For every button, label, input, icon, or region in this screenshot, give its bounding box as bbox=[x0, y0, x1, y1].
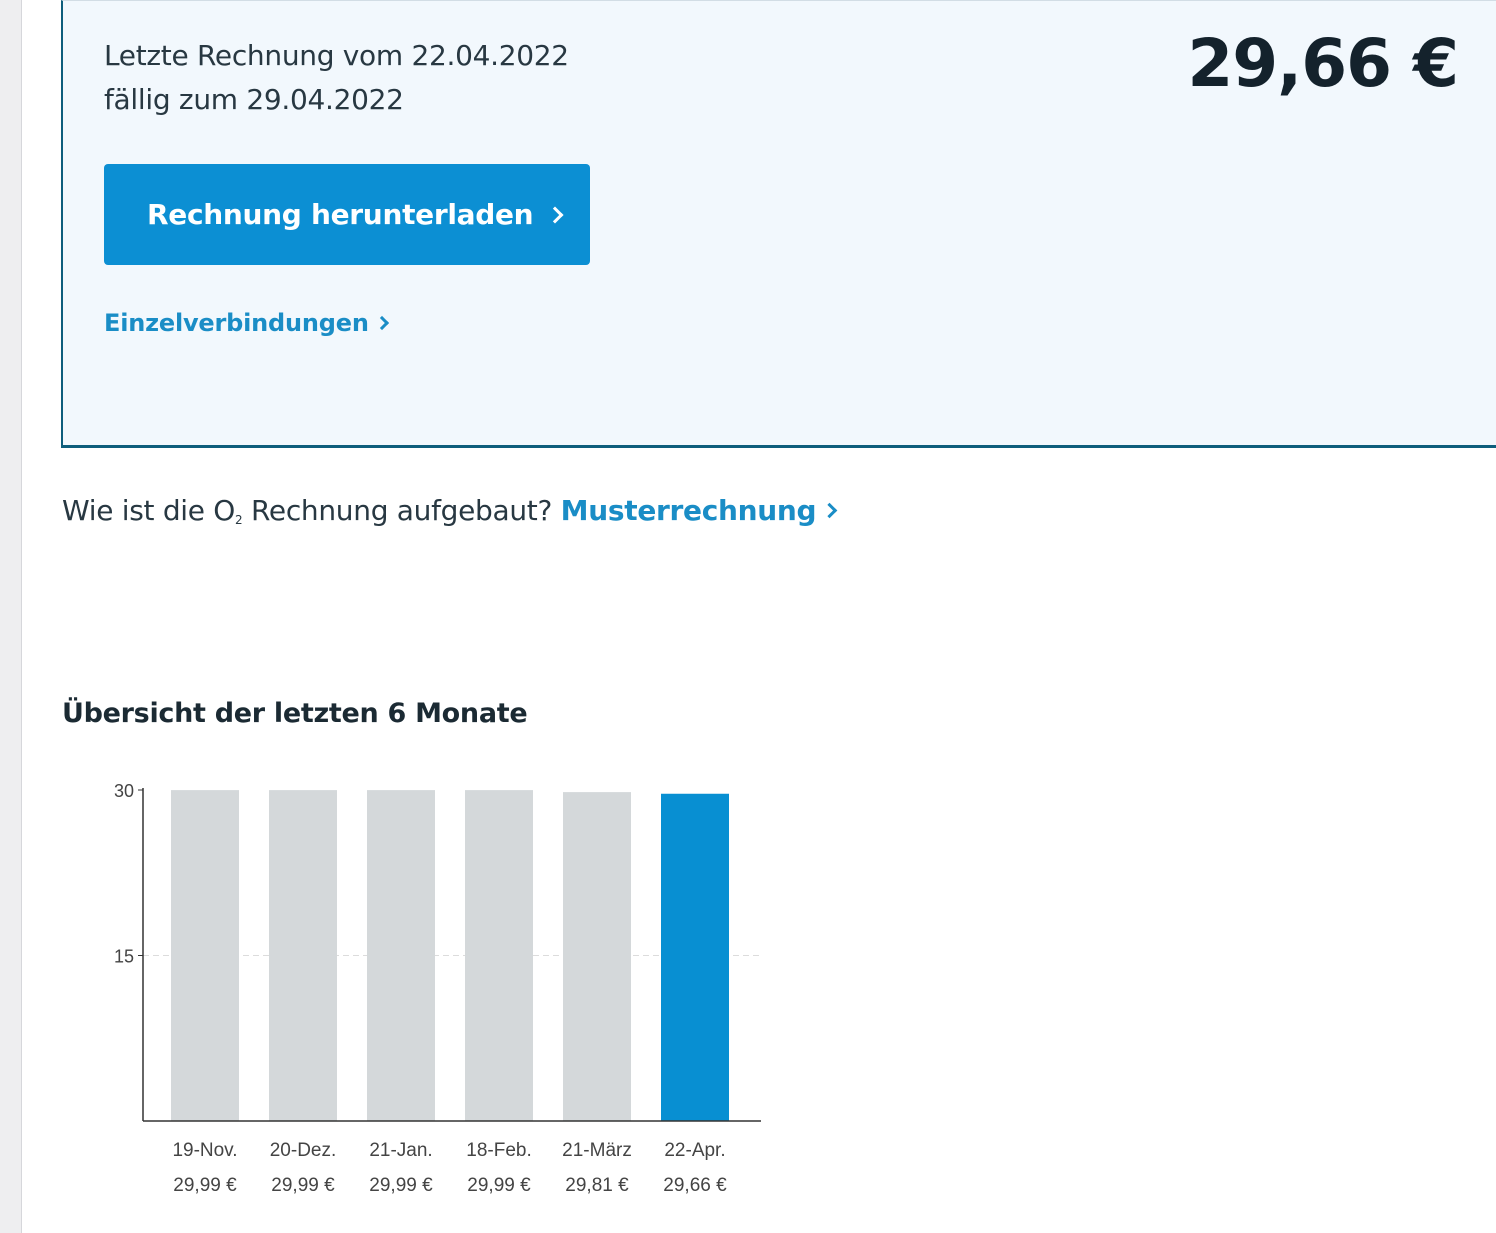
data-label: 29,99 € bbox=[271, 1175, 335, 1196]
x-tick-label: 19-Nov. bbox=[172, 1140, 237, 1161]
bill-amount: 29,66 € bbox=[1187, 25, 1459, 102]
x-tick-label: 18-Feb. bbox=[466, 1140, 531, 1161]
x-tick-label: 20-Dez. bbox=[270, 1140, 337, 1161]
bill-due-date: fällig zum 29.04.2022 bbox=[104, 83, 404, 116]
y-tick-label: 30 bbox=[114, 781, 134, 801]
itemized-calls-label: Einzelverbindungen bbox=[104, 309, 369, 337]
sample-bill-row: Wie ist die O2 Rechnung aufgebaut? Muste… bbox=[62, 494, 838, 527]
left-gutter bbox=[0, 0, 22, 1233]
data-label: 29,99 € bbox=[173, 1175, 237, 1196]
chevron-right-icon bbox=[822, 502, 838, 519]
data-label: 29,81 € bbox=[565, 1175, 629, 1196]
chevron-right-icon bbox=[546, 206, 564, 223]
latest-bill-card: Letzte Rechnung vom 22.04.2022 fällig zu… bbox=[61, 0, 1496, 448]
chevron-right-icon bbox=[374, 315, 389, 331]
download-bill-label: Rechnung herunterladen bbox=[147, 198, 534, 231]
x-tick-label: 21-März bbox=[562, 1140, 632, 1161]
chart-bar bbox=[661, 793, 729, 1121]
page: Letzte Rechnung vom 22.04.2022 fällig zu… bbox=[0, 0, 1496, 1233]
y-tick-label: 15 bbox=[114, 947, 134, 967]
sample-question-pre: Wie ist die O bbox=[62, 494, 236, 527]
chart-bar bbox=[563, 792, 631, 1121]
sample-bill-link[interactable]: Musterrechnung bbox=[560, 494, 838, 527]
sample-bill-link-label: Musterrechnung bbox=[560, 494, 817, 527]
chart-bar bbox=[367, 790, 435, 1121]
overview-title: Übersicht der letzten 6 Monate bbox=[62, 698, 528, 729]
data-label: 29,99 € bbox=[369, 1175, 433, 1196]
data-label: 29,99 € bbox=[467, 1175, 531, 1196]
data-label: 29,66 € bbox=[663, 1175, 727, 1196]
chart-bar bbox=[465, 790, 533, 1121]
x-tick-label: 22-Apr. bbox=[664, 1140, 725, 1161]
download-bill-button[interactable]: Rechnung herunterladen bbox=[104, 164, 590, 265]
sample-question-post: Rechnung aufgebaut? bbox=[242, 494, 553, 527]
chart-bar bbox=[171, 790, 239, 1121]
itemized-calls-link[interactable]: Einzelverbindungen bbox=[104, 309, 389, 337]
chart-bar bbox=[269, 790, 337, 1121]
x-tick-label: 21-Jan. bbox=[369, 1140, 432, 1161]
bill-date: Letzte Rechnung vom 22.04.2022 bbox=[104, 39, 569, 72]
